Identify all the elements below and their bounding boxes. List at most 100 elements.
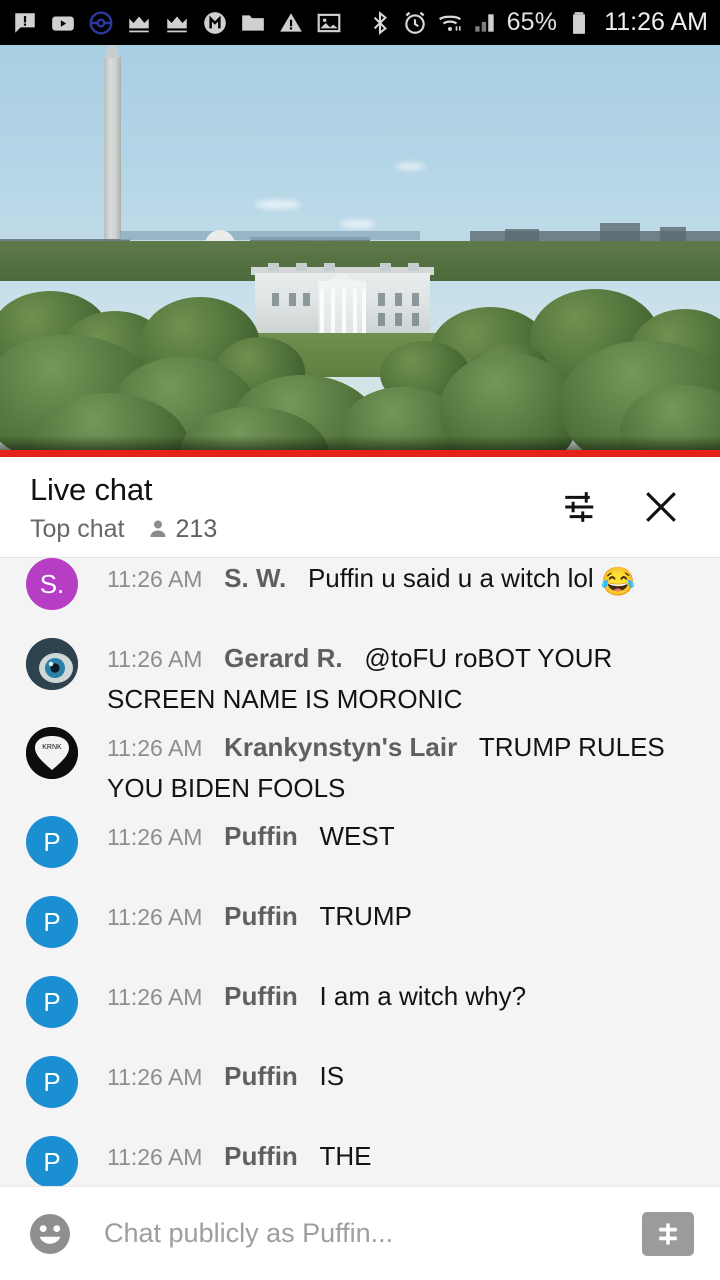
chat-message-body: 11:26 AM Puffin TRUMP <box>78 896 704 937</box>
message-text: Puffin u said u a witch lol <box>307 563 601 593</box>
chat-header-actions <box>558 484 720 530</box>
chat-message-body: 11:26 AM S. W. Puffin u said u a witch l… <box>78 558 704 602</box>
svg-text:KRNK: KRNK <box>42 744 62 751</box>
message-timestamp: 11:26 AM <box>107 1144 203 1170</box>
message-author[interactable]: Puffin <box>224 981 298 1011</box>
message-text: WEST <box>319 821 395 851</box>
chat-mode-label[interactable]: Top chat <box>30 515 125 544</box>
crown-icon <box>167 16 187 32</box>
avatar-initials: P <box>43 1146 61 1177</box>
message-author[interactable]: S. W. <box>224 563 286 593</box>
chat-message[interactable]: P 11:26 AM Puffin TRUMP <box>0 896 720 976</box>
avatar[interactable]: P <box>26 896 78 948</box>
white-house-chimney <box>268 263 279 271</box>
chat-message[interactable]: 11:26 AM Gerard R. @toFU roBOT YOUR SCRE… <box>0 638 720 727</box>
chat-message-body: 11:26 AM Krankynstyn's Lair TRUMP RULES … <box>78 727 704 808</box>
close-chat-button[interactable] <box>638 484 684 530</box>
message-timestamp: 11:26 AM <box>107 646 203 672</box>
avatar[interactable]: P <box>26 976 78 1028</box>
message-text: I am a witch why? <box>319 981 527 1011</box>
battery-icon <box>573 11 586 34</box>
chat-message[interactable]: P 11:26 AM Puffin THE <box>0 1136 720 1186</box>
white-house-chimney <box>296 263 307 271</box>
white-house-chimney <box>408 263 419 271</box>
message-author[interactable]: Puffin <box>224 901 298 931</box>
cloud <box>395 163 425 170</box>
close-x-icon <box>646 492 676 522</box>
m-circle-icon <box>204 11 226 34</box>
cellular-signal-icon <box>474 13 494 32</box>
message-author[interactable]: Puffin <box>224 1061 298 1091</box>
speech-bubble-alert-icon <box>15 12 35 33</box>
chat-settings-sliders-icon <box>565 492 594 522</box>
chat-message[interactable]: S. 11:26 AM S. W. Puffin u said u a witc… <box>0 558 720 638</box>
viewer-count-label: 213 <box>175 514 218 543</box>
pokeball-icon <box>89 11 113 34</box>
folder-icon <box>242 14 264 31</box>
video-progress-bar[interactable] <box>0 450 720 457</box>
chat-message-body: 11:26 AM Puffin I am a witch why? <box>78 976 704 1017</box>
message-text: TRUMP <box>319 901 412 931</box>
clock-label: 11:26 AM <box>604 8 708 36</box>
person-icon <box>150 520 166 537</box>
message-timestamp: 11:26 AM <box>107 984 203 1010</box>
message-text: IS <box>319 1061 345 1091</box>
battery-percent-label: 65% <box>506 8 558 36</box>
crown-icon <box>129 16 149 32</box>
chat-message[interactable]: KRNK 11:26 AM Krankynstyn's Lair TRUMP R… <box>0 727 720 816</box>
message-text: THE <box>319 1141 372 1171</box>
avatar[interactable] <box>26 638 78 690</box>
chat-message-list[interactable]: S. 11:26 AM S. W. Puffin u said u a witc… <box>0 558 720 1186</box>
chat-composer <box>0 1186 720 1280</box>
video-bottom-shadow <box>0 436 720 450</box>
image-icon <box>317 13 341 32</box>
river <box>120 231 420 240</box>
wifi-icon <box>438 15 461 31</box>
avatar[interactable]: P <box>26 1056 78 1108</box>
chat-message-body: 11:26 AM Puffin WEST <box>78 816 704 857</box>
chat-message[interactable]: P 11:26 AM Puffin IS <box>0 1056 720 1136</box>
dollar-sign-icon <box>659 1222 677 1245</box>
bluetooth-icon <box>373 10 387 35</box>
message-timestamp: 11:26 AM <box>107 735 203 761</box>
message-author[interactable]: Gerard R. <box>224 643 343 673</box>
avatar-initials: S. <box>39 568 65 599</box>
chat-message-body: 11:26 AM Gerard R. @toFU roBOT YOUR SCRE… <box>78 638 704 719</box>
message-author[interactable]: Puffin <box>224 1141 298 1171</box>
emoji-face-with-tears-of-joy-icon: 😂 <box>600 566 636 597</box>
smiley-face-icon <box>30 1213 70 1254</box>
white-house-chimney <box>324 263 335 271</box>
message-timestamp: 11:26 AM <box>107 566 203 592</box>
avatar-initials: P <box>43 1066 61 1097</box>
chat-input[interactable] <box>74 1218 642 1249</box>
avatar-initials: P <box>43 826 61 857</box>
chat-header-titles: Live chat Top chat 213 <box>0 471 558 544</box>
avatar[interactable]: P <box>26 1136 78 1186</box>
chat-message-body: 11:26 AM Puffin THE <box>78 1136 704 1177</box>
page-title: Live chat <box>30 471 153 507</box>
chat-settings-button[interactable] <box>558 484 604 530</box>
avatar[interactable]: S. <box>26 558 78 610</box>
message-author[interactable]: Puffin <box>224 821 298 851</box>
message-timestamp: 11:26 AM <box>107 904 203 930</box>
message-timestamp: 11:26 AM <box>107 824 203 850</box>
emoji-picker-button[interactable] <box>26 1210 74 1258</box>
avatar[interactable]: KRNK <box>26 727 78 779</box>
chat-message-body: 11:26 AM Puffin IS <box>78 1056 704 1097</box>
live-chat-header: Live chat Top chat 213 <box>0 457 720 558</box>
alarm-clock-icon <box>404 11 425 34</box>
youtube-icon <box>52 16 74 31</box>
message-author[interactable]: Krankynstyn's Lair <box>224 732 457 762</box>
chat-message[interactable]: P 11:26 AM Puffin WEST <box>0 816 720 896</box>
super-chat-button[interactable] <box>642 1211 694 1256</box>
status-bar-system-icons: 65% 11:26 AM <box>367 8 708 37</box>
message-timestamp: 11:26 AM <box>107 1064 203 1090</box>
avatar[interactable]: P <box>26 816 78 868</box>
white-house-chimney <box>380 263 391 271</box>
warning-triangle-icon <box>280 12 302 32</box>
live-video-player[interactable] <box>0 45 720 450</box>
avatar-initials: P <box>43 986 61 1017</box>
chat-message[interactable]: P 11:26 AM Puffin I am a witch why? <box>0 976 720 1056</box>
chat-header-subtitle: Top chat 213 <box>30 515 558 544</box>
video-progress-played <box>0 450 720 457</box>
